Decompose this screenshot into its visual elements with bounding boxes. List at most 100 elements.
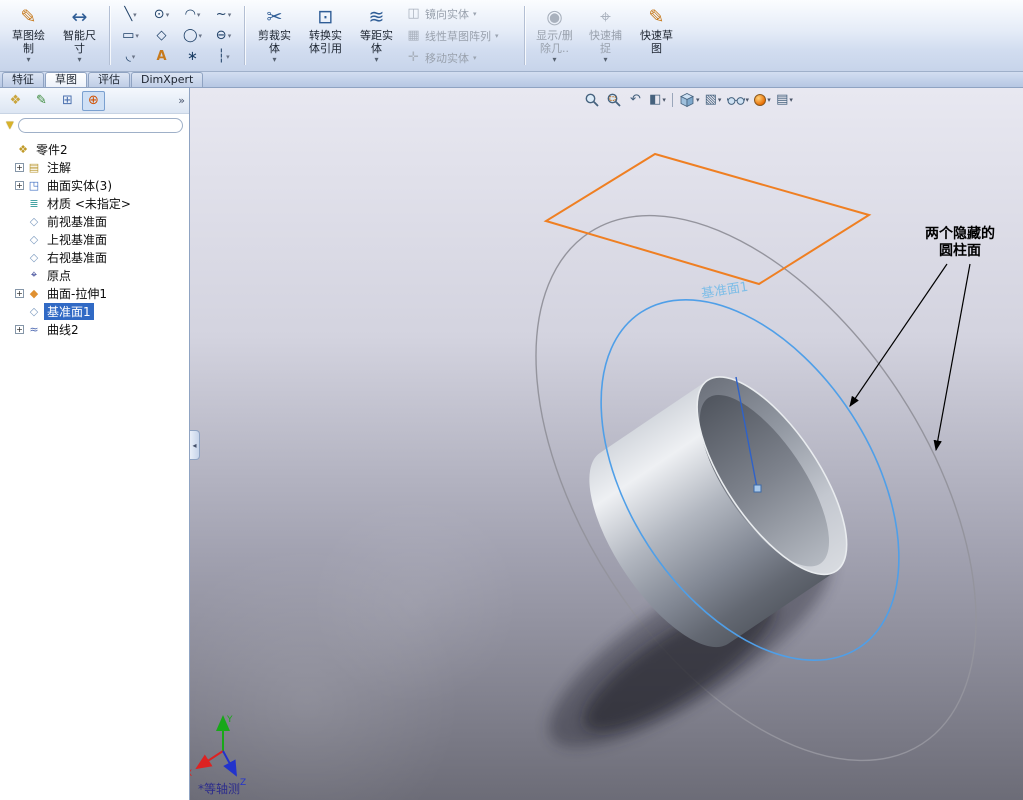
configurationmanager-icon: ⊞ — [62, 93, 73, 108]
mirror-entities-button[interactable]: ◫ 镜向实体 ▾ — [403, 4, 519, 24]
configurationmanager-tab[interactable]: ⊞ — [56, 91, 79, 111]
tab-features[interactable]: 特征 — [2, 72, 44, 87]
point-tool-button[interactable]: ∗ — [177, 46, 208, 67]
polygon-tool-button[interactable]: ◇ — [146, 25, 177, 46]
display-style-button[interactable]: ▧ ▾ — [704, 90, 723, 109]
hide-show-items-button[interactable]: ▾ — [726, 90, 751, 109]
text-tool-button[interactable]: A — [146, 46, 177, 67]
display-delete-relations-button[interactable]: ◉ 显示/删 除几.. ▾ — [530, 3, 579, 68]
tree-item-top-plane[interactable]: ◇ 上视基准面 — [0, 230, 189, 248]
plane1-outline[interactable] — [543, 152, 872, 286]
expand-toggle[interactable]: + — [15, 324, 24, 334]
tree-item-origin[interactable]: ⌖ 原点 — [0, 266, 189, 284]
sketch-center-point[interactable] — [753, 484, 762, 493]
triad-z-label: Z — [240, 778, 246, 788]
circle-tool-button[interactable]: ⊙ ▾ — [146, 4, 177, 25]
point-icon: ∗ — [187, 49, 198, 64]
slot-tool-button[interactable]: ⊖ ▾ — [208, 25, 239, 46]
centerline-tool-button[interactable]: ┆ ▾ — [208, 46, 239, 67]
annotation-text-line1[interactable]: 两个隐藏的 — [925, 225, 995, 242]
tree-item-label: 原点 — [47, 268, 72, 283]
smart-dimension-label: 智能尺 寸 — [63, 29, 96, 55]
smart-dimension-button[interactable]: ↔ 智能尺 寸 ▾ — [55, 3, 104, 68]
panel-expand-chevron[interactable]: » — [178, 94, 185, 107]
tree-item-surface-bodies[interactable]: + ◳ 曲面实体(3) — [0, 176, 189, 194]
display-delete-relations-label: 显示/删 除几.. — [536, 29, 573, 55]
tree-item-right-plane[interactable]: ◇ 右视基准面 — [0, 248, 189, 266]
commandmanager-tabstrip: 特征 草图 评估 DimXpert — [0, 72, 1023, 88]
tree-filter-row: ▼ — [0, 114, 189, 136]
tree-item-annotations[interactable]: + ▤ 注解 — [0, 158, 189, 176]
tree-item-label: 基准面1 — [44, 302, 94, 320]
caret-down-icon: ▾ — [226, 52, 230, 61]
tab-evaluate[interactable]: 评估 — [88, 72, 130, 87]
caret-down-icon: ▾ — [473, 53, 477, 62]
tree-item-curve2[interactable]: + ≈ 曲线2 — [0, 320, 189, 338]
spline-tool-button[interactable]: ~ ▾ — [208, 4, 239, 25]
tree-item-material[interactable]: ≣ 材质 <未指定> — [0, 194, 189, 212]
caret-down-icon: ▾ — [272, 55, 277, 65]
fillet-tool-button[interactable]: ◟ ▾ — [115, 46, 146, 67]
spline-icon: ~ — [215, 7, 227, 22]
caret-down-icon: ▾ — [227, 10, 232, 19]
tree-item-part-root[interactable]: ❖ 零件2 — [0, 140, 189, 158]
scene-icon: ▤ — [776, 92, 789, 107]
feature-tree: ❖ 零件2 + ▤ 注解 + ◳ 曲面实体(3) ≣ 材质 <未指定> ◇ 前视… — [0, 140, 189, 338]
view-orientation-button[interactable]: ▾ — [678, 90, 701, 109]
panel-collapse-handle[interactable]: ◂ — [190, 430, 200, 460]
section-view-button[interactable]: ◧ ▾ — [648, 90, 667, 109]
expand-toggle[interactable]: + — [15, 162, 24, 172]
main-toolbar: ✎ 草图绘 制 ▾ ↔ 智能尺 寸 ▾ ╲ ▾ ⊙ ▾ ◠ ▾ ~ ▾ ▭ ▾ ◇ ◯ ▾ … — [0, 0, 1023, 72]
move-entities-label: 移动实体 — [425, 51, 469, 65]
mirror-entities-label: 镜向实体 — [425, 7, 469, 21]
tree-filter-input[interactable] — [17, 118, 183, 133]
dimxpertmanager-tab[interactable]: ⊕ — [82, 90, 105, 111]
triad-y-label: Y — [226, 715, 233, 725]
tree-item-label: 右视基准面 — [47, 250, 108, 265]
propertymanager-tab[interactable]: ✎ — [30, 91, 53, 111]
annotation-arrow-1 — [849, 263, 948, 407]
tab-dimxpert[interactable]: DimXpert — [131, 72, 204, 87]
offset-entities-icon: ≋ — [368, 6, 385, 28]
graphics-viewport[interactable]: 基准面1 两个隐藏的 圆柱面 Y X Z *等轴测 — [190, 88, 1023, 800]
tree-item-front-plane[interactable]: ◇ 前视基准面 — [0, 212, 189, 230]
rectangle-tool-button[interactable]: ▭ ▾ — [115, 25, 146, 46]
collapse-arrow-icon: ◂ — [192, 440, 197, 450]
edit-appearance-button[interactable]: ▾ — [753, 90, 772, 109]
sketch-draw-button[interactable]: ✎ 草图绘 制 ▾ — [4, 3, 53, 68]
surface-bodies-icon: ◳ — [28, 178, 40, 192]
quick-snaps-label: 快速捕 捉 — [589, 29, 622, 55]
tab-sketch[interactable]: 草图 — [45, 72, 87, 87]
mirror-entities-icon: ◫ — [407, 6, 420, 21]
ellipse-tool-button[interactable]: ◯ ▾ — [177, 25, 208, 46]
zoom-to-area-button[interactable] — [604, 90, 623, 109]
move-entities-button[interactable]: ✛ 移动实体 ▾ — [403, 48, 519, 68]
caret-down-icon: ▾ — [165, 10, 170, 19]
slot-icon: ⊖ — [215, 28, 227, 43]
quick-snaps-button[interactable]: ⌖ 快速捕 捉 ▾ — [581, 3, 630, 68]
line-tool-button[interactable]: ╲ ▾ — [115, 4, 146, 25]
previous-view-button[interactable]: ↶ — [626, 90, 645, 109]
zoom-fit-button[interactable] — [582, 90, 601, 109]
convert-entities-button[interactable]: ⊡ 转换实 体引用 — [301, 3, 350, 68]
linear-sketch-pattern-button[interactable]: ▦ 线性草图阵列 ▾ — [403, 26, 519, 46]
tree-item-plane1[interactable]: ◇ 基准面1 — [0, 302, 189, 320]
expand-toggle[interactable]: + — [15, 288, 24, 298]
arc-tool-button[interactable]: ◠ ▾ — [177, 4, 208, 25]
caret-down-icon: ▾ — [227, 31, 232, 40]
rapid-sketch-button[interactable]: ✎ 快速草 图 — [632, 3, 681, 68]
line-icon: ╲ — [124, 7, 133, 22]
annotation-text-line2[interactable]: 圆柱面 — [939, 242, 981, 259]
expand-toggle[interactable]: + — [15, 180, 24, 190]
apply-scene-button[interactable]: ▤ ▾ — [775, 90, 794, 109]
orientation-triad: Y X Z — [190, 715, 246, 788]
featuremanager-tab[interactable]: ❖ — [4, 91, 27, 111]
trim-entities-button[interactable]: ✂ 剪裁实 体 ▾ — [250, 3, 299, 68]
sketch-pencil-icon: ✎ — [20, 6, 37, 28]
tree-item-label: 曲面-拉伸1 — [47, 286, 107, 301]
move-entities-icon: ✛ — [408, 50, 419, 65]
tree-item-surface-extrude1[interactable]: + ◆ 曲面-拉伸1 — [0, 284, 189, 302]
view-cube-icon — [680, 92, 694, 107]
offset-entities-button[interactable]: ≋ 等距实 体 ▾ — [352, 3, 401, 68]
featuremanager-panel: ❖ ✎ ⊞ ⊕ » ▼ ❖ 零件2 + ▤ 注解 + ◳ 曲面实体(3) ≣ 材… — [0, 88, 190, 800]
